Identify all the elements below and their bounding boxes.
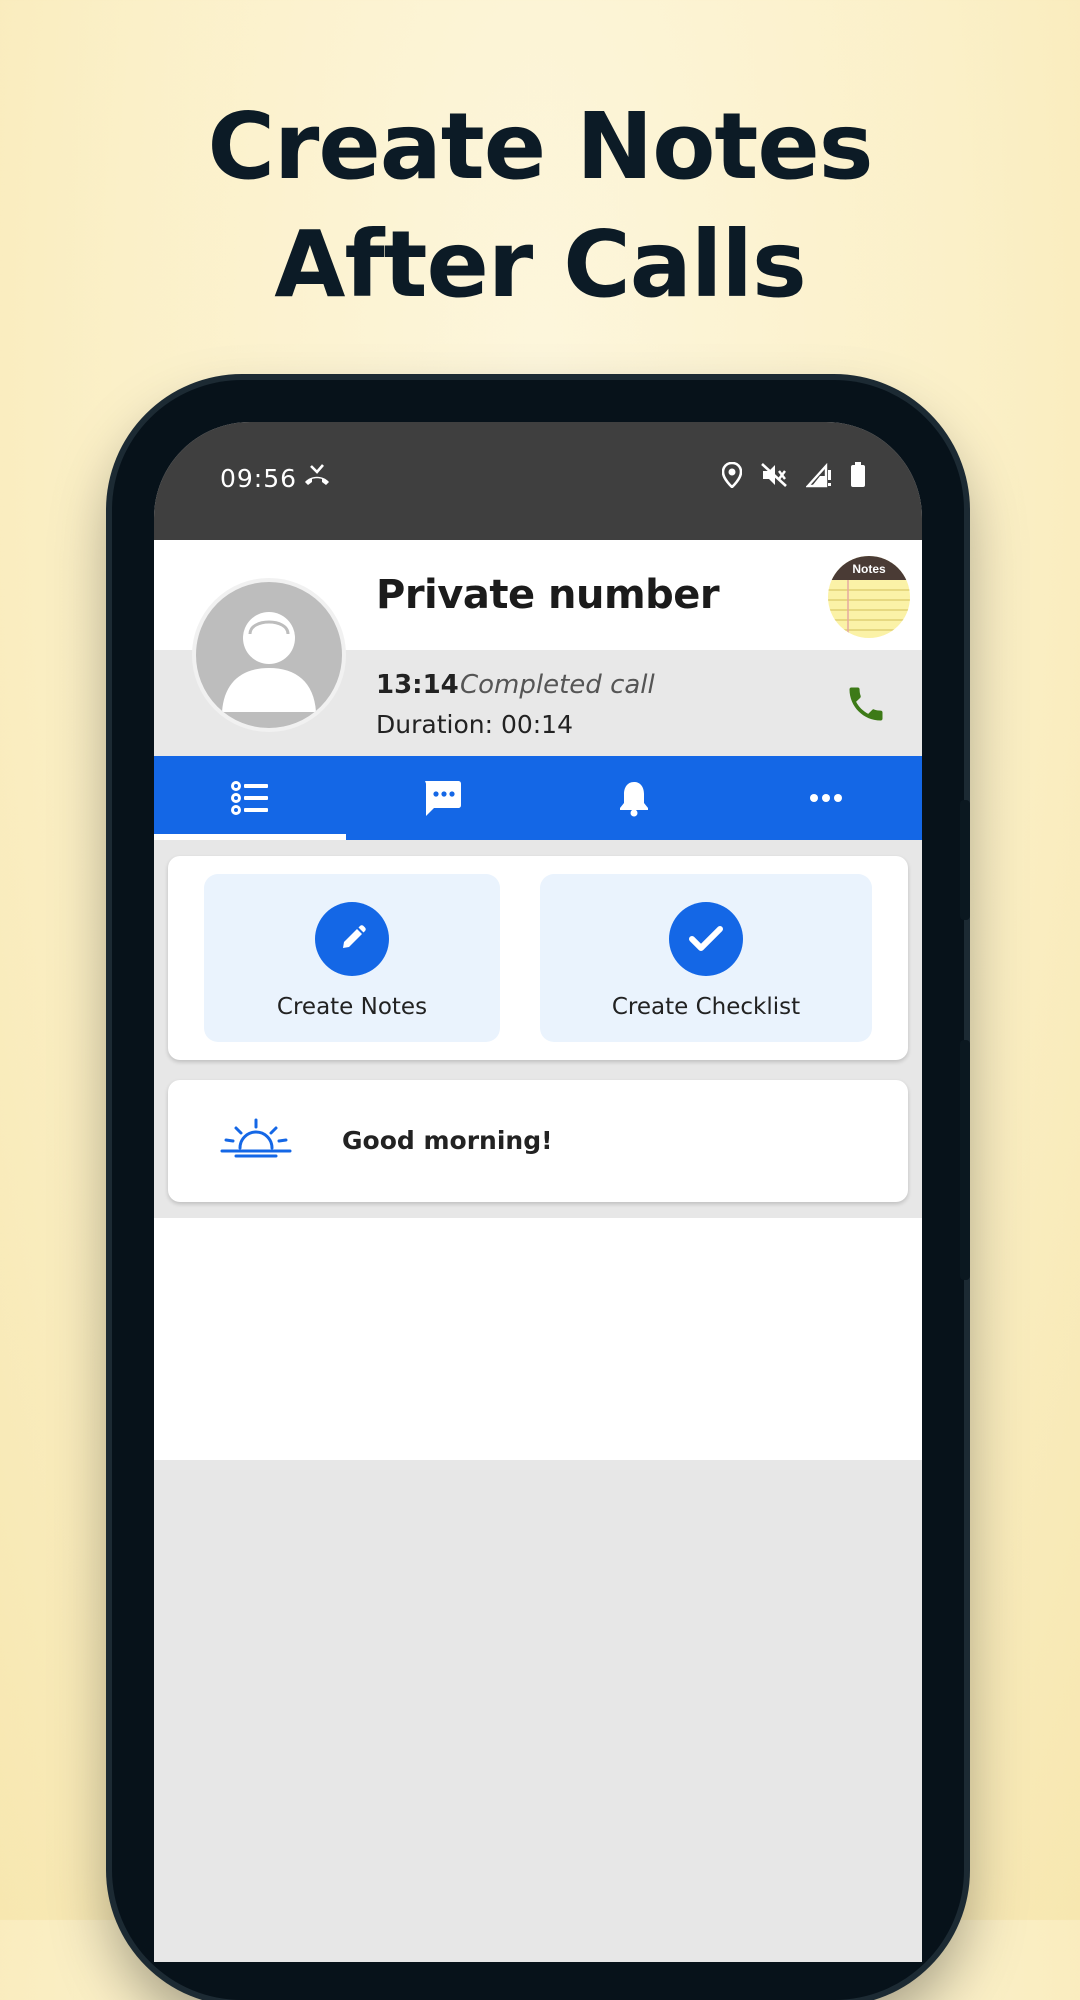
status-time: 09:56 [220,464,298,493]
create-checklist-button[interactable]: Create Checklist [540,874,872,1042]
list-icon [231,781,268,815]
check-icon-circle [669,902,743,976]
vibrate-off-icon [760,462,788,493]
greeting-card: Good morning! [168,1080,908,1202]
more-icon [810,794,842,802]
tab-messages[interactable] [346,756,538,840]
phone-icon [849,687,883,721]
call-time: 13:14 [376,670,459,700]
headline-line-2: After Calls [274,211,806,318]
message-icon [425,781,461,816]
notes-content-area [154,1218,922,1460]
call-duration: Duration: 00:14 [376,710,573,739]
tab-reminders[interactable] [538,756,730,840]
call-back-button[interactable] [844,682,888,731]
status-icons [721,461,866,493]
missed-call-icon [302,462,332,493]
tab-notes-list[interactable] [154,756,346,840]
tab-bar [154,756,922,840]
call-status: Completed call [460,670,655,700]
person-icon [222,612,316,712]
tab-more[interactable] [730,756,922,840]
pencil-icon-circle [315,902,389,976]
headline-line-1: Create Notes [207,93,873,200]
pencil-icon [343,925,366,948]
create-notes-label: Create Notes [276,994,428,1020]
phone-side-button-2 [960,1040,970,1280]
sunrise-icon [220,1118,292,1163]
caller-name: Private number [376,572,720,618]
status-bar: 09:56 [154,422,922,540]
notes-app-logo[interactable]: Notes [828,556,910,638]
bell-icon [620,782,648,817]
phone-screen: 09:56 Private number Notes 13:14 Complet… [154,422,922,1962]
create-notes-button[interactable]: Create Notes [204,874,500,1042]
greeting-text: Good morning! [342,1126,553,1155]
phone-side-button [960,800,970,920]
signal-icon [805,462,832,493]
actions-card: Create Notes Create Checklist [168,856,908,1060]
notes-logo-text: Notes [852,562,886,576]
avatar [192,578,346,732]
headline: Create Notes After Calls [0,88,1080,324]
check-icon [689,926,723,951]
location-icon [721,461,743,493]
active-tab-indicator [154,834,346,840]
create-checklist-label: Create Checklist [611,994,801,1020]
battery-icon [850,462,866,493]
